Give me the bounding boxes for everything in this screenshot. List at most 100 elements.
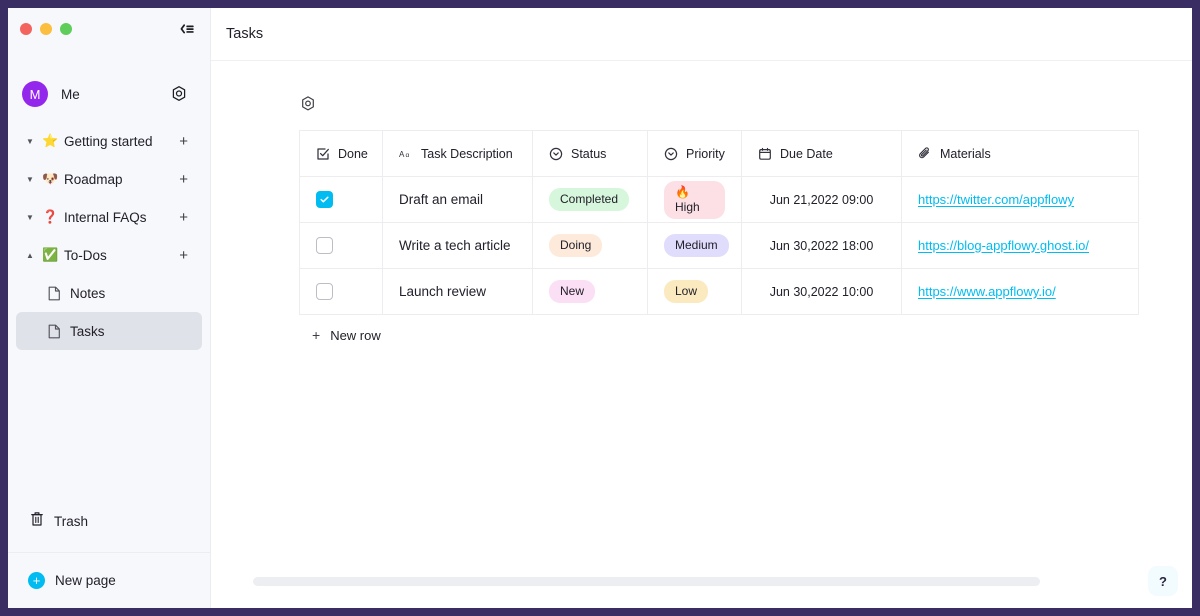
trash-label: Trash xyxy=(54,513,89,529)
cell-status[interactable]: New xyxy=(532,268,648,315)
cell-status[interactable]: Doing xyxy=(532,222,648,269)
page-header: Tasks xyxy=(211,8,1192,61)
gear-icon[interactable] xyxy=(170,85,188,103)
sidebar-item-roadmap[interactable]: ▼ 🐶 Roadmap + xyxy=(16,160,202,198)
add-page-button[interactable]: + xyxy=(179,134,188,149)
cell-task[interactable]: Write a tech article xyxy=(382,222,533,269)
grid-settings-icon[interactable] xyxy=(299,95,317,113)
new-row-button[interactable]: + New row xyxy=(299,315,499,355)
column-label: Status xyxy=(571,146,607,161)
material-link[interactable]: https://blog-appflowy.ghost.io/ xyxy=(918,238,1089,253)
sidebar-item-internal-faqs[interactable]: ▼ ❓ Internal FAQs + xyxy=(16,198,202,236)
chevron-down-icon[interactable]: ▼ xyxy=(24,175,36,184)
sidebar-item-trash[interactable]: Trash xyxy=(8,500,210,542)
help-button[interactable]: ? xyxy=(1148,566,1178,596)
new-row-label: New row xyxy=(330,327,381,343)
column-label: Priority xyxy=(686,146,725,161)
single-select-icon xyxy=(664,147,678,161)
cell-task[interactable]: Launch review xyxy=(382,268,533,315)
horizontal-scrollbar[interactable] xyxy=(253,577,1040,586)
cell-priority[interactable]: Low xyxy=(647,268,742,315)
sidebar-item-label: Roadmap xyxy=(64,171,123,187)
tasks-grid: Done A ɑ Task Description Status Priorit… xyxy=(299,130,1139,315)
calendar-icon xyxy=(758,147,772,161)
cell-done[interactable] xyxy=(299,222,383,269)
grid-table-wrapper: Done A ɑ Task Description Status Priorit… xyxy=(299,130,1192,315)
checkbox-unchecked-icon[interactable] xyxy=(316,237,333,254)
table-row[interactable]: Draft an email Completed 🔥 High Jun 21,2… xyxy=(299,176,1139,223)
minimize-window-button[interactable] xyxy=(40,23,52,35)
cell-due-date[interactable]: Jun 30,2022 18:00 xyxy=(741,222,902,269)
cell-due-date[interactable]: Jun 30,2022 10:00 xyxy=(741,268,902,315)
column-header-priority[interactable]: Priority xyxy=(647,130,742,177)
dog-icon: 🐶 xyxy=(42,171,59,186)
add-page-button[interactable]: + xyxy=(179,172,188,187)
chevron-up-icon[interactable]: ▲ xyxy=(24,251,36,260)
sidebar-item-tasks[interactable]: Tasks xyxy=(16,312,202,350)
document-icon xyxy=(48,286,65,301)
trash-icon xyxy=(30,511,44,532)
sidebar-item-label: Tasks xyxy=(70,323,105,339)
collapse-sidebar-icon[interactable] xyxy=(178,20,196,38)
column-label: Task Description xyxy=(421,146,513,161)
chevron-down-icon[interactable]: ▼ xyxy=(24,213,36,222)
column-label: Due Date xyxy=(780,146,833,161)
plus-circle-icon: + xyxy=(28,572,45,589)
status-badge: Doing xyxy=(549,234,603,257)
main-content: Tasks Done A ɑ Task Description Status P… xyxy=(211,8,1192,608)
column-header-due-date[interactable]: Due Date xyxy=(741,130,902,177)
cell-done[interactable] xyxy=(299,268,383,315)
column-header-status[interactable]: Status xyxy=(532,130,648,177)
sidebar-item-label: Internal FAQs xyxy=(64,209,147,225)
maximize-window-button[interactable] xyxy=(60,23,72,35)
add-page-button[interactable]: + xyxy=(179,210,188,225)
cell-status[interactable]: Completed xyxy=(532,176,648,223)
grid-area: Done A ɑ Task Description Status Priorit… xyxy=(211,61,1192,608)
sidebar: M Me ▼ ⭐ Getting started + ▼ 🐶 Roadmap + xyxy=(8,8,211,608)
material-link[interactable]: https://twitter.com/appflowy xyxy=(918,192,1074,207)
question-mark-icon: ❓ xyxy=(42,209,59,224)
cell-materials[interactable]: https://blog-appflowy.ghost.io/ xyxy=(901,222,1139,269)
sidebar-item-notes[interactable]: Notes xyxy=(16,274,202,312)
sidebar-nav: ▼ ⭐ Getting started + ▼ 🐶 Roadmap + ▼ ❓ … xyxy=(8,122,210,350)
svg-text:A: A xyxy=(399,149,405,158)
column-header-task-description[interactable]: A ɑ Task Description xyxy=(382,130,533,177)
sidebar-item-label: Getting started xyxy=(64,133,153,149)
cell-task[interactable]: Draft an email xyxy=(382,176,533,223)
new-page-button[interactable]: + New page xyxy=(8,552,210,608)
cell-done[interactable] xyxy=(299,176,383,223)
sidebar-item-label: To-Dos xyxy=(64,247,107,263)
traffic-lights xyxy=(20,23,72,35)
avatar: M xyxy=(22,81,48,107)
column-header-materials[interactable]: Materials xyxy=(901,130,1139,177)
column-header-done[interactable]: Done xyxy=(299,130,383,177)
table-header-row: Done A ɑ Task Description Status Priorit… xyxy=(299,130,1139,177)
close-window-button[interactable] xyxy=(20,23,32,35)
document-icon xyxy=(48,324,65,339)
checkbox-checked-icon[interactable] xyxy=(316,191,333,208)
page-title: Tasks xyxy=(226,26,264,42)
cell-materials[interactable]: https://www.appflowy.io/ xyxy=(901,268,1139,315)
sidebar-item-getting-started[interactable]: ▼ ⭐ Getting started + xyxy=(16,122,202,160)
text-field-icon: A ɑ xyxy=(399,147,413,161)
add-page-button[interactable]: + xyxy=(179,248,188,263)
attachment-icon xyxy=(918,146,932,161)
app-window: M Me ▼ ⭐ Getting started + ▼ 🐶 Roadmap + xyxy=(8,8,1192,608)
table-row[interactable]: Write a tech article Doing Medium Jun 30… xyxy=(299,222,1139,269)
cell-due-date[interactable]: Jun 21,2022 09:00 xyxy=(741,176,902,223)
cell-priority[interactable]: Medium xyxy=(647,222,742,269)
table-row[interactable]: Launch review New Low Jun 30,2022 10:00 xyxy=(299,268,1139,315)
checkbox-unchecked-icon[interactable] xyxy=(316,283,333,300)
sidebar-item-to-dos[interactable]: ▲ ✅ To-Dos + xyxy=(16,236,202,274)
cell-priority[interactable]: 🔥 High xyxy=(647,176,742,223)
priority-badge: Medium xyxy=(664,234,729,257)
check-mark-icon: ✅ xyxy=(42,247,59,262)
user-row[interactable]: M Me xyxy=(8,72,210,116)
checkbox-field-icon xyxy=(316,147,330,161)
status-badge: Completed xyxy=(549,188,630,211)
material-link[interactable]: https://www.appflowy.io/ xyxy=(918,284,1056,299)
cell-materials[interactable]: https://twitter.com/appflowy xyxy=(901,176,1139,223)
chevron-down-icon[interactable]: ▼ xyxy=(24,137,36,146)
plus-icon: + xyxy=(312,327,321,343)
